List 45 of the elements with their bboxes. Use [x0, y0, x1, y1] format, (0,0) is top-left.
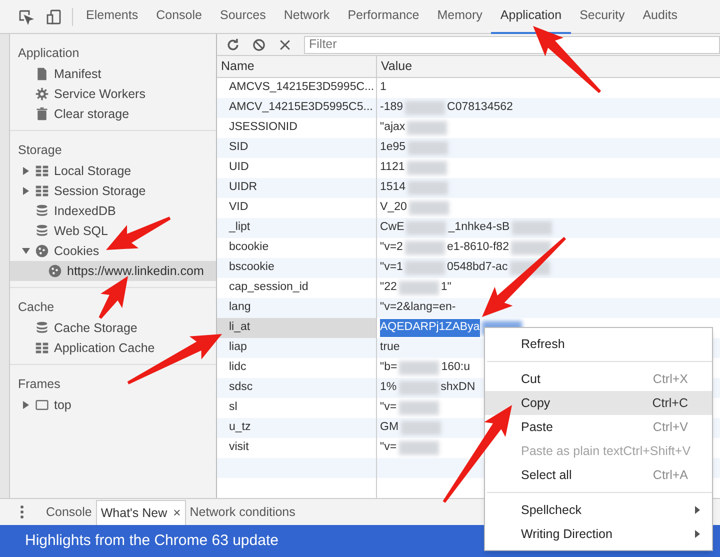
cell-value: 1121: [380, 160, 405, 176]
cell-value: true: [380, 340, 400, 356]
cell-value: "v=1: [380, 260, 403, 276]
cell-value: -189: [380, 100, 404, 116]
item-label: Application Cache: [54, 340, 155, 357]
section-title: Application: [18, 44, 80, 62]
cell-value: 1514: [380, 180, 406, 196]
shortcut-label: Ctrl+A: [652, 466, 688, 484]
shortcut-label: Ctrl+V: [652, 418, 688, 436]
item-label: IndexedDB: [54, 202, 116, 220]
cell-value: AQEDARPj1ZABya: [380, 319, 480, 337]
item-label: Local Storage: [54, 162, 132, 180]
item-label: Clear storage: [54, 106, 130, 123]
cell-value: "v=: [380, 400, 397, 416]
shortcut-label: Ctrl+Shift+V: [623, 442, 691, 460]
section-title: Storage: [18, 142, 62, 159]
cell-value: 160:u: [441, 360, 470, 376]
cell-value: 0548bd7-ac: [446, 260, 508, 276]
cell-value: CwE: [380, 220, 404, 236]
cell-value: 1": [440, 280, 452, 296]
section-title: Frames: [18, 376, 60, 393]
cell-value: 1: [380, 80, 386, 96]
cell-value: "22: [380, 280, 397, 296]
cell-value: GM: [380, 420, 399, 436]
item-label: https://www.linkedin.com: [67, 262, 204, 280]
item-label: Web SQL: [54, 222, 108, 240]
cell-value: C078134562: [447, 100, 513, 116]
cell-value: "b=: [380, 360, 398, 376]
cell-value: V_20: [380, 200, 407, 216]
item-label: Session Storage: [54, 182, 146, 200]
cell-value: 1%: [380, 380, 397, 396]
section-title: Cache: [18, 298, 54, 316]
cell-value: _1nhke4-sB: [448, 220, 510, 236]
item-label: Manifest: [54, 66, 102, 83]
cell-value: "v=2&lang=en-: [380, 300, 456, 316]
cell-value: shxDN: [440, 380, 476, 396]
cell-value: 1e95: [380, 140, 406, 156]
cell-value: "v=2: [380, 240, 403, 256]
cell-value: "v=: [380, 440, 397, 456]
item-label: Cookies: [54, 242, 100, 260]
item-label: Cache Storage: [54, 320, 138, 337]
item-label: Service Workers: [54, 86, 146, 103]
cell-value: "ajax: [380, 120, 406, 136]
item-label: top: [54, 396, 72, 414]
cell-value: e1-8610-f82: [446, 240, 509, 256]
